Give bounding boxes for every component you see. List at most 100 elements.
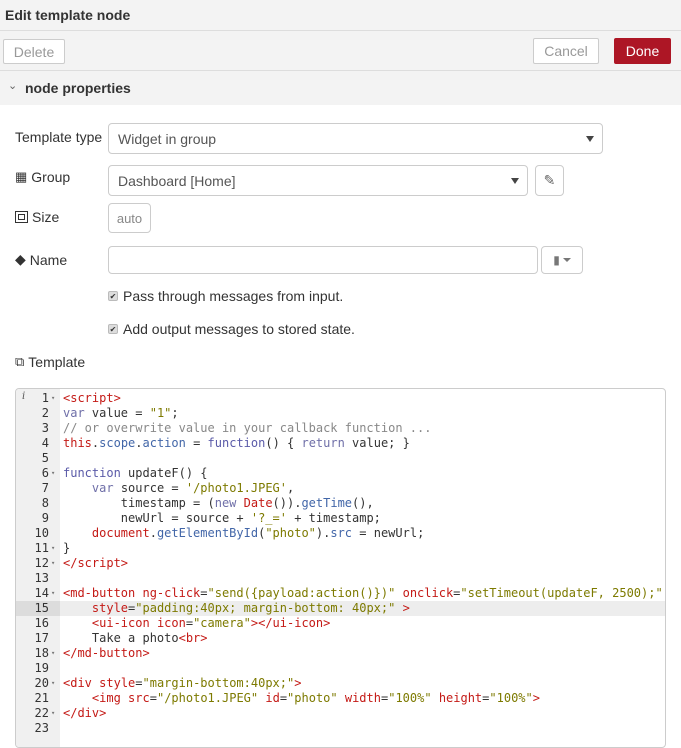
book-icon: ▮ [553,253,560,267]
caret-down-icon [511,177,519,184]
edit-group-button[interactable]: ✎ [535,165,564,196]
code-token: document [91,526,150,540]
pencil-icon: ✎ [543,172,556,188]
fold-toggle-icon[interactable]: ▾ [51,391,55,406]
code-line[interactable]: 3 // or overwrite value in your callback … [16,421,665,436]
code-line[interactable]: 5 [16,451,665,466]
code-text: document.getElementById("photo").src = n… [63,526,424,541]
checkmark-icon[interactable]: ✔ [108,324,118,334]
template-label: ⧉ Template [15,354,85,370]
code-text: // or overwrite value in your callback f… [63,421,431,436]
add-output-checkbox[interactable]: ✔ Add output messages to stored state. [108,321,355,337]
code-line[interactable]: 21 <img src="/photo1.JPEG" id="photo" wi… [16,691,665,706]
line-number: 23 [34,721,49,735]
line-number: 8 [41,496,49,510]
code-token: <div [63,676,92,690]
fold-toggle-icon[interactable]: ▾ [51,676,55,691]
code-line[interactable]: 2 var value = "1"; [16,406,665,421]
code-text: var value = "1"; [63,406,179,421]
code-line[interactable]: 4 this.scope.action = function() { return… [16,436,665,451]
code-line[interactable]: 17 Take a photo<br> [16,631,665,646]
label-text: Group [31,169,71,185]
group-select[interactable]: Dashboard [Home] [108,165,528,196]
line-number: 4 [41,436,49,450]
code-line[interactable]: 22 ▾ </div> [16,706,665,721]
code-token: . [135,436,143,450]
fold-toggle-icon[interactable]: ▾ [51,466,55,481]
template-type-select[interactable]: Widget in group [108,123,603,154]
code-line[interactable]: 18 ▾ </md-button> [16,646,665,661]
code-line[interactable]: 16 <ui-icon icon="camera"></ui-icon> [16,616,665,631]
code-text: newUrl = source + '?_=' + timestamp; [63,511,381,526]
code-line[interactable]: 11 ▾} [16,541,665,556]
code-editor[interactable]: i 1 ▾ <script> 2 var value = "1"; 3// or over… [15,388,666,748]
code-token: "1" [149,406,172,420]
name-input[interactable] [108,246,538,274]
code-token: = [149,691,157,705]
code-text: </md-button> [63,646,150,661]
code-token: . [149,526,157,540]
code-text: </script> [63,556,128,571]
fold-toggle-icon[interactable]: ▾ [51,706,55,721]
code-token: <ui-icon [91,616,150,630]
fold-toggle-icon[interactable]: ▾ [51,541,55,556]
code-token: this [63,436,92,450]
line-number: 7 [41,481,49,495]
fold-toggle-icon[interactable]: ▾ [51,646,55,661]
code-token: newUrl = source + [63,511,251,525]
line-number: 13 [34,571,49,585]
cancel-button[interactable]: Cancel [533,38,599,64]
code-line[interactable]: 10 document.getElementById("photo").src … [16,526,665,541]
code-line[interactable]: 9 newUrl = source + '?_=' + timestamp; [16,511,665,526]
code-line[interactable]: 12 ▾ </script> [16,556,665,571]
dialog-header: Edit template node [0,0,681,31]
code-line[interactable]: 1 ▾ <script> [16,391,665,406]
code-token: ng-click [142,586,201,600]
line-number: 19 [34,661,49,675]
checkmark-icon[interactable]: ✔ [108,291,118,301]
code-line[interactable]: 6 ▾ function updateF() { [16,466,665,481]
pass-through-checkbox[interactable]: ✔ Pass through messages from input. [108,288,343,304]
delete-button[interactable]: Delete [3,39,65,64]
dialog-title: Edit template node [5,7,131,23]
code-line[interactable]: 19 [16,661,665,676]
name-label: ◆ Name [15,251,67,268]
label-text: Template type [15,129,103,145]
code-text: var source = '/photo1.JPEG', [63,481,294,496]
code-token: + timestamp; [286,511,381,525]
size-button[interactable]: auto [108,203,151,233]
code-token: "camera" [193,616,251,630]
code-token: , [287,481,295,495]
code-token: value; } [344,436,410,450]
code-line[interactable]: 14 ▾ <md-button ng-click="send({payload:ac… [16,586,665,601]
code-token: value = [84,406,150,420]
code-token: var [91,481,114,495]
line-number: 16 [34,616,49,630]
code-token: updateF() { [120,466,208,480]
done-button[interactable]: Done [614,38,671,64]
line-number: 3 [41,421,49,435]
caret-down-icon [586,135,594,142]
fold-toggle-icon[interactable]: ▾ [51,586,55,601]
code-token: > [294,676,302,690]
code-line[interactable]: 8 timestamp = (new Date()).getTime(), [16,496,665,511]
code-line[interactable]: 20 ▾ <div style="margin-bottom:40px;"> [16,676,665,691]
code-line[interactable]: 7 var source = '/photo1.JPEG', [16,481,665,496]
code-line[interactable]: 23 [16,721,665,736]
code-line[interactable]: 13 [16,571,665,586]
name-library-button[interactable]: ▮ [541,246,583,274]
select-value: Widget in group [118,130,217,147]
code-token: <br> [178,631,208,645]
checkbox-label: Add output messages to stored state. [123,321,355,337]
code-token: > [532,691,540,705]
code-line[interactable]: 15 style="padding:40px; margin-bottom: 4… [16,601,665,616]
tag-icon: ◆ [15,251,26,267]
node-properties-section[interactable]: ⌄ node properties [0,71,681,105]
code-token: <md-button [63,586,136,600]
fold-toggle-icon[interactable]: ▾ [51,556,55,571]
line-number: 11 [34,541,49,555]
